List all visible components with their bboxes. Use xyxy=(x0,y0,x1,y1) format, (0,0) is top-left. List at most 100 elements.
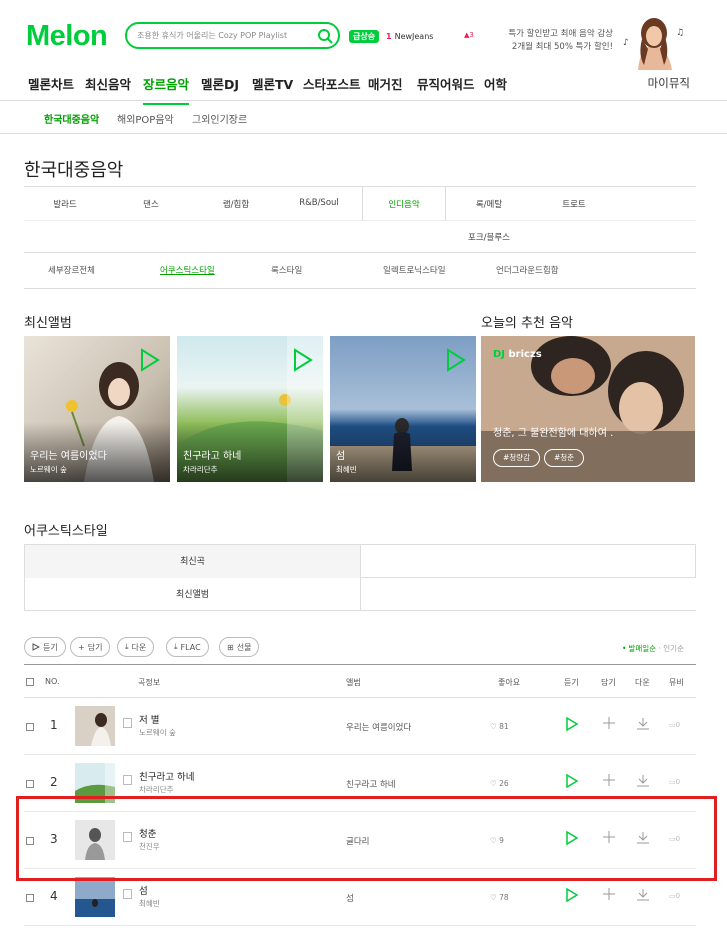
album-artist[interactable]: 노르웨이 숲 xyxy=(30,464,67,475)
search-bar[interactable]: 조용한 휴식가 어울리는 Cozy POP Playlist xyxy=(125,22,340,49)
song-artist[interactable]: 차라리단추 xyxy=(139,784,174,795)
mv-button[interactable]: ▭0 xyxy=(669,721,680,729)
genre-dance[interactable]: 댄스 xyxy=(108,198,194,210)
play-icon[interactable] xyxy=(566,716,579,734)
recommend-dj[interactable]: DJ briczs xyxy=(493,349,542,360)
nav-latest[interactable]: 최신음악 xyxy=(85,74,131,93)
play-icon[interactable] xyxy=(293,348,313,375)
subnav-korean[interactable]: 한국대중음악 xyxy=(44,111,99,126)
plus-icon: + xyxy=(78,642,85,652)
song-artist[interactable]: 최혜빈 xyxy=(139,898,160,909)
style-underground[interactable]: 언더그라운드힙합 xyxy=(496,264,559,276)
download-icon[interactable] xyxy=(636,717,650,734)
row-rank: 4 xyxy=(50,889,58,903)
album-card[interactable]: 친구라고 하네 차라리단추 xyxy=(177,336,323,482)
song-album[interactable]: 우리는 여름이었다 xyxy=(346,721,411,733)
nav-chart[interactable]: 멜론차트 xyxy=(28,74,74,93)
song-info-icon[interactable] xyxy=(123,889,132,899)
album-card[interactable]: 섬 최혜빈 xyxy=(330,336,476,482)
plus-icon[interactable] xyxy=(603,888,615,903)
recommend-tag[interactable]: #청춘 xyxy=(544,449,585,467)
rising-item-label[interactable]: NewJeans xyxy=(395,32,434,41)
song-title[interactable]: 친구라고 하네 xyxy=(139,769,194,783)
select-all-checkbox[interactable] xyxy=(26,678,34,686)
album-title[interactable]: 친구라고 하네 xyxy=(183,447,241,462)
play-icon xyxy=(32,643,40,651)
gift-button[interactable]: ⊞ 선물 xyxy=(219,637,260,657)
genre-trot[interactable]: 트로트 xyxy=(531,198,617,210)
recommend-tag[interactable]: #청량감 xyxy=(493,449,540,467)
nav-magazine[interactable]: 매거진 xyxy=(368,74,403,93)
recommend-card[interactable]: DJ briczs 청춘, 그 불완전함에 대하여 . #청량감 #청춘 xyxy=(481,336,695,482)
mv-button[interactable]: ▭0 xyxy=(669,892,680,900)
row-checkbox[interactable] xyxy=(26,894,34,902)
like-button[interactable]: ♡ 26 xyxy=(490,779,509,788)
play-icon[interactable] xyxy=(566,773,579,791)
download-button[interactable]: ⤓ 다운 xyxy=(117,637,155,657)
row-checkbox[interactable] xyxy=(26,780,34,788)
album-artist[interactable]: 차라리단추 xyxy=(183,464,218,475)
sort-popular[interactable]: 인기순 xyxy=(663,644,684,653)
song-album[interactable]: 섬 xyxy=(346,892,354,904)
song-title[interactable]: 저 별 xyxy=(139,712,160,726)
song-info-icon[interactable] xyxy=(123,775,132,785)
song-title[interactable]: 섬 xyxy=(139,883,148,897)
download-icon[interactable] xyxy=(636,888,650,905)
svg-text:♫: ♫ xyxy=(676,28,684,38)
album-card[interactable]: 우리는 여름이었다 노르웨이 숲 xyxy=(24,336,170,482)
promo-image[interactable]: ♪ ♫ xyxy=(618,15,688,70)
play-icon[interactable] xyxy=(566,887,579,905)
genre-folk[interactable]: 포크/블루스 xyxy=(446,231,532,243)
rising-rank: 1 xyxy=(386,32,392,41)
play-icon[interactable] xyxy=(446,348,466,375)
album-title[interactable]: 우리는 여름이었다 xyxy=(30,447,107,462)
nav-award[interactable]: 뮤직어워드 xyxy=(417,74,475,93)
style-electronic[interactable]: 일렉트로닉스타일 xyxy=(383,264,446,276)
tab-latest-songs[interactable]: 최신곡 xyxy=(24,545,361,578)
flac-button[interactable]: ⤓ FLAC xyxy=(166,637,209,657)
subnav-pop[interactable]: 해외POP음악 xyxy=(117,111,174,126)
like-button[interactable]: ♡ 81 xyxy=(490,722,509,731)
genre-ballad[interactable]: 발라드 xyxy=(22,198,108,210)
search-input[interactable]: 조용한 휴식가 어울리는 Cozy POP Playlist xyxy=(137,30,312,41)
sort-release[interactable]: 발매일순 xyxy=(622,644,656,653)
song-artist[interactable]: 노르웨이 숲 xyxy=(139,727,176,738)
album-title[interactable]: 섬 xyxy=(336,447,345,462)
tab-latest-albums[interactable]: 최신앨범 xyxy=(24,578,361,611)
nav-tv[interactable]: 멜론TV xyxy=(252,74,293,93)
melon-logo[interactable]: Melon xyxy=(26,20,108,53)
album-thumbnail[interactable] xyxy=(75,877,115,917)
highlight-box xyxy=(16,796,717,881)
plus-icon[interactable] xyxy=(603,774,615,789)
nav-starpost[interactable]: 스타포스트 xyxy=(303,74,361,93)
style-acoustic[interactable]: 어쿠스틱스타일 xyxy=(160,264,215,276)
play-icon[interactable] xyxy=(140,348,160,375)
download-icon[interactable] xyxy=(636,774,650,791)
promo-banner[interactable]: 특가 할인받고 최애 음악 감상 2개월 최대 50% 특가 할인! xyxy=(500,28,613,54)
row-checkbox[interactable] xyxy=(26,723,34,731)
nav-genre[interactable]: 장르음악 xyxy=(143,74,190,105)
subnav-other[interactable]: 그외인기장르 xyxy=(192,111,247,126)
album-thumbnail[interactable] xyxy=(75,706,115,746)
song-info-icon[interactable] xyxy=(123,718,132,728)
style-all[interactable]: 세부장르전체 xyxy=(48,264,95,276)
genre-hiphop[interactable]: 랩/힙합 xyxy=(193,198,279,210)
rising-item[interactable]: 1 NewJeans xyxy=(386,32,433,41)
gift-icon: ⊞ xyxy=(227,642,234,652)
album-artist[interactable]: 최혜빈 xyxy=(336,464,357,475)
plus-icon[interactable] xyxy=(603,717,615,732)
song-album[interactable]: 친구라고 하네 xyxy=(346,778,396,790)
nav-my-music[interactable]: 마이뮤직 xyxy=(648,75,690,91)
style-rock[interactable]: 록스타일 xyxy=(271,264,302,276)
listen-button[interactable]: 듣기 xyxy=(24,637,66,657)
add-button[interactable]: + 담기 xyxy=(70,637,111,657)
genre-rock[interactable]: 록/메탈 xyxy=(446,198,532,210)
nav-language[interactable]: 어학 xyxy=(484,74,507,93)
genre-rnb[interactable]: R&B/Soul xyxy=(276,198,362,208)
search-icon[interactable] xyxy=(312,25,338,47)
like-button[interactable]: ♡ 78 xyxy=(490,893,509,902)
nav-dj[interactable]: 멜론DJ xyxy=(201,74,239,93)
recommend-text[interactable]: 청춘, 그 불완전함에 대하여 . xyxy=(493,424,613,439)
genre-indie[interactable]: 인디음악 xyxy=(361,198,447,210)
mv-button[interactable]: ▭0 xyxy=(669,778,680,786)
